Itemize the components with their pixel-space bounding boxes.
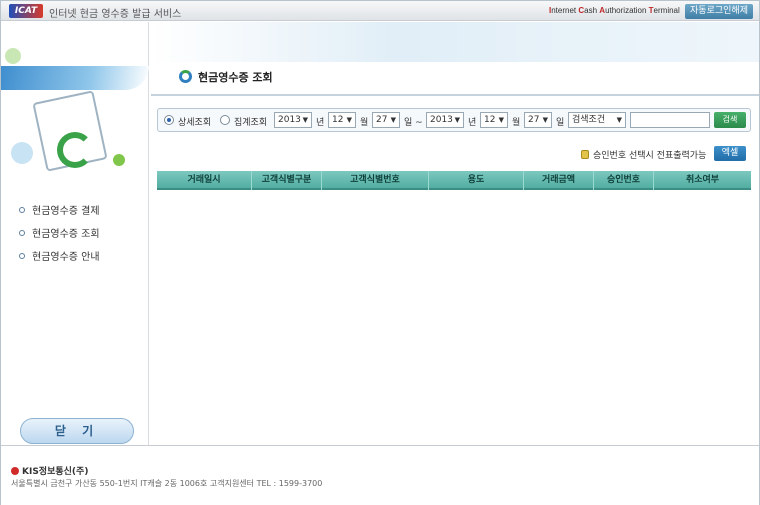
lock-icon [581, 150, 589, 159]
tagline-part: uthorization [605, 6, 649, 15]
header-banner [151, 22, 759, 62]
bullet-icon [19, 206, 25, 213]
sidebar-item-payment[interactable]: 현금영수증 결제 [19, 198, 100, 221]
sidebar: 현금영수증 결제 현금영수증 조회 현금영수증 안내 닫 기 [1, 22, 149, 445]
from-year-select[interactable]: 2013 ▼ [274, 112, 312, 128]
to-year-select[interactable]: 2013 ▼ [426, 112, 464, 128]
col-header[interactable]: 고객식별구분 [252, 171, 322, 190]
col-header[interactable]: 취소여부 [654, 171, 751, 190]
search-panel: 상세조회 집계조회 2013 ▼ 년 12 ▼ 월 27 ▼ 일 ~ 2013 ▼ 년 … [157, 108, 751, 132]
sidebar-menu: 현금영수증 결제 현금영수증 조회 현금영수증 안내 [19, 198, 100, 267]
condition-select[interactable]: 검색조건 ▼ [568, 112, 626, 128]
company-name: KIS정보통신(주) [22, 467, 89, 477]
table-header: 거래일시 고객식별구분 고객식별번호 용도 거래금액 승인번호 취소여부 [157, 171, 751, 190]
footer: KIS정보통신(주) 서울특별시 금천구 가산동 550-1번지 IT캐슬 2동… [1, 445, 759, 505]
day-unit: 일 [556, 118, 565, 128]
kis-logo-icon [11, 467, 19, 475]
year-unit: 년 [316, 118, 325, 128]
decor-bubble [5, 48, 21, 64]
radio-summary[interactable] [220, 115, 230, 125]
col-header[interactable]: 용도 [429, 171, 524, 190]
bullet-icon [19, 229, 25, 236]
icat-logo: ICAT [9, 4, 43, 18]
from-month-select[interactable]: 12 ▼ [328, 112, 356, 128]
tagline-part: nternet [551, 6, 579, 15]
day-unit: 일 ~ [404, 118, 423, 128]
chevron-down-icon: ▼ [454, 116, 460, 124]
tagline-part: erminal [653, 6, 680, 15]
auto-login-release-button[interactable]: 자동로그인해제 [685, 4, 753, 19]
radio-detail-label: 상세조회 [178, 118, 212, 128]
chevron-down-icon: ▼ [390, 116, 396, 124]
col-header[interactable]: 거래금액 [524, 171, 594, 190]
title-divider [151, 94, 759, 96]
ring-icon [179, 70, 192, 83]
to-day-value: 27 [528, 115, 540, 125]
sidebar-item-label: 현금영수증 안내 [32, 252, 100, 263]
year-unit: 년 [468, 118, 477, 128]
company-address: 서울특별시 금천구 가산동 550-1번지 IT캐슬 2동 1006호 고객지원… [11, 479, 323, 488]
month-unit: 월 [512, 118, 521, 128]
chevron-down-icon: ▼ [346, 116, 352, 124]
search-input[interactable] [630, 112, 710, 128]
radio-detail[interactable] [164, 115, 174, 125]
from-month-value: 12 [332, 115, 344, 125]
search-button[interactable]: 검색 [714, 112, 746, 128]
to-month-value: 12 [484, 115, 496, 125]
print-note-text: 승인번호 선택시 전표출력가능 [593, 151, 707, 161]
refresh-icon [57, 132, 93, 168]
decor-bubble [11, 142, 33, 164]
company-logo: KIS정보통신(주) [11, 464, 88, 477]
from-day-select[interactable]: 27 ▼ [372, 112, 400, 128]
condition-value: 검색조건 [572, 115, 606, 125]
to-day-select[interactable]: 27 ▼ [524, 112, 552, 128]
tagline-part: ash [584, 6, 600, 15]
page-title: 현금영수증 조회 [198, 71, 273, 84]
sidebar-item-label: 현금영수증 조회 [32, 229, 100, 240]
excel-button[interactable]: 엑셀 [714, 146, 746, 161]
from-day-value: 27 [376, 115, 388, 125]
top-bar: ICAT 인터넷 현금 영수증 발급 서비스 Internet Cash Aut… [1, 1, 759, 21]
chevron-down-icon: ▼ [302, 116, 308, 124]
chevron-down-icon: ▼ [542, 116, 548, 124]
app-title: 인터넷 현금 영수증 발급 서비스 [49, 9, 182, 20]
close-button[interactable]: 닫 기 [20, 418, 134, 444]
bullet-icon [19, 252, 25, 259]
page-title-bar: 현금영수증 조회 [151, 62, 759, 94]
app-window: ICAT 인터넷 현금 영수증 발급 서비스 Internet Cash Aut… [0, 0, 760, 505]
print-note: 승인번호 선택시 전표출력가능 [581, 148, 706, 161]
month-unit: 월 [360, 118, 369, 128]
decor-bubble [113, 154, 125, 166]
col-header[interactable]: 거래일시 [157, 171, 252, 190]
sidebar-item-inquiry[interactable]: 현금영수증 조회 [19, 221, 100, 244]
to-month-select[interactable]: 12 ▼ [480, 112, 508, 128]
sidebar-item-guide[interactable]: 현금영수증 안내 [19, 244, 100, 267]
to-year-value: 2013 [430, 115, 453, 125]
from-year-value: 2013 [278, 115, 301, 125]
chevron-down-icon: ▼ [498, 116, 504, 124]
banner-swoosh [1, 66, 149, 90]
chevron-down-icon: ▼ [616, 116, 622, 124]
col-header[interactable]: 고객식별번호 [322, 171, 429, 190]
terminal-tagline: Internet Cash Authorization Terminal [549, 6, 680, 15]
col-header[interactable]: 승인번호 [594, 171, 654, 190]
radio-summary-label: 집계조회 [234, 118, 268, 128]
sidebar-item-label: 현금영수증 결제 [32, 206, 100, 217]
